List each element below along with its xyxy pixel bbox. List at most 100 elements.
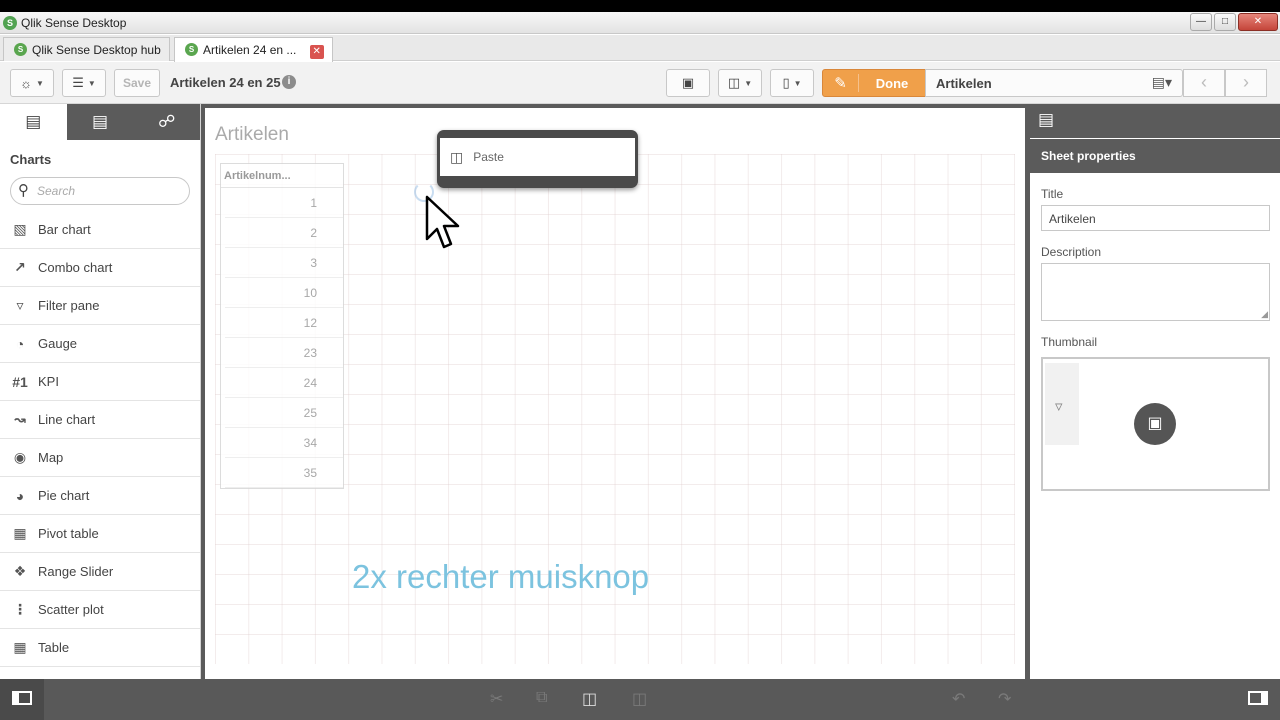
app-name: Artikelen 24 en 25 [170,75,281,90]
properties-panel-top: ▤ [1030,104,1280,138]
close-window-button[interactable]: ✕ [1238,13,1278,31]
tab-close-icon[interactable]: ✕ [309,45,324,59]
presentation-button[interactable]: ◫ ▼ [718,69,762,97]
chart-item-label: Gauge [38,336,78,351]
qlik-app-icon: S [3,16,17,30]
chevron-right-icon: › [1243,72,1249,92]
sheets-icon[interactable]: ▤▾ [1152,74,1172,91]
chart-item-label: Map [38,450,64,465]
chart-item-label: Bar chart [38,222,91,237]
undo-icon[interactable]: ↶ [952,689,965,709]
done-label: Done [875,75,909,91]
search-icon: ⚲ [18,182,29,199]
list-icon: ☰ [72,75,84,90]
paste-icon[interactable]: ◫ [582,689,597,709]
chevron-down-icon: ▼ [87,78,96,88]
delete-icon[interactable]: ◫ [632,689,647,709]
description-field[interactable]: ◢ [1041,263,1270,321]
cut-icon[interactable]: ✂ [490,689,503,709]
info-icon[interactable]: i [282,75,296,89]
presentation-icon: ◫ [727,75,741,90]
search-input[interactable]: ⚲ Search [10,177,190,205]
context-menu-label: Paste [473,150,504,164]
chart-item-scatter-plot[interactable]: ⋮ Scatter plot [0,591,200,629]
table-column-header[interactable]: Artikelnum... [221,164,343,188]
chart-item-table[interactable]: ▦ Table [0,629,200,667]
minimize-button[interactable]: — [1190,13,1212,31]
maximize-button[interactable]: □ [1214,13,1236,31]
chart-item-label: Table [38,640,70,655]
current-sheet-selector[interactable]: Artikelen ▤▾ [925,69,1183,97]
navigation-button[interactable]: ☼ ▼ [10,69,54,97]
link-icon: ☍ [158,112,176,131]
table-row: 23 [225,338,343,368]
tab-hub[interactable]: S Qlik Sense Desktop hub [3,37,170,61]
chart-item-label: Range Slider [38,564,114,579]
chart-item-label: Pie chart [38,488,90,503]
next-sheet-button[interactable]: › [1225,69,1267,97]
bottom-left-area [0,679,44,720]
table-object[interactable]: Artikelnum... 1 2 3 10 12 23 24 25 34 35 [220,163,344,489]
table-row: 3 [225,248,343,278]
chevron-down-icon: ▼ [36,78,44,88]
chart-item-map[interactable]: ◉ Map [0,439,200,477]
app-menu-button[interactable]: ☰ ▼ [62,69,106,97]
chart-item-bar-chart[interactable]: ▧ Bar chart [0,211,200,249]
resize-grip-icon[interactable]: ◢ [1261,309,1268,320]
assets-panel-tabs: ▤ ▤ ☍ [0,104,200,140]
window-title: Qlik Sense Desktop [21,16,127,30]
chart-item-range-slider[interactable]: ❖ Range Slider [0,553,200,591]
tab-strip: S Qlik Sense Desktop hub S Artikelen 24 … [0,35,1280,62]
gauge-icon: ◔ [15,335,25,352]
snapshot-button[interactable]: ▣ [666,69,710,97]
save-button[interactable]: Save [114,69,160,97]
previous-sheet-button[interactable]: ‹ [1183,69,1225,97]
properties-panel: ▤ Sheet properties Title Artikelen Descr… [1030,104,1280,679]
window-title-bar: S Qlik Sense Desktop — □ ✕ [0,12,1280,34]
qlik-sense-window: S Qlik Sense Desktop — □ ✕ S Qlik Sense … [0,12,1280,720]
chevron-left-icon: ‹ [1201,72,1207,92]
thumbnail-label: Thumbnail [1041,335,1098,349]
toggle-right-panel-icon[interactable] [1248,691,1268,705]
tab-label: Artikelen 24 en ... [203,43,297,57]
pie-chart-icon: ◕ [15,487,25,504]
chart-item-filter-pane[interactable]: ▿ Filter pane [0,287,200,325]
table-row: 24 [225,368,343,398]
done-button[interactable]: ✎ Done [822,69,926,97]
chart-item-line-chart[interactable]: ↝ Line chart [0,401,200,439]
chart-item-kpi[interactable]: #1 KPI [0,363,200,401]
window-controls: — □ ✕ [1190,13,1278,31]
chart-item-pivot-table[interactable]: ▦ Pivot table [0,515,200,553]
toggle-left-panel-icon[interactable] [12,691,32,705]
combo-chart-icon: ↗ [14,259,26,275]
title-field[interactable]: Artikelen [1041,205,1270,231]
table-row: 12 [225,308,343,338]
sheet-canvas[interactable]: Artikelen Artikelnum... 1 2 3 10 12 23 2… [205,108,1025,679]
chart-item-gauge[interactable]: ◔ Gauge [0,325,200,363]
fields-tab[interactable]: ▤ [67,104,134,140]
qlik-tab-icon: S [14,43,27,56]
chart-item-combo-chart[interactable]: ↗ Combo chart [0,249,200,287]
properties-icon[interactable]: ▤ [1038,110,1054,129]
qlik-tab-icon: S [185,43,198,56]
chart-item-label: Combo chart [38,260,113,275]
master-items-tab[interactable]: ☍ [133,104,200,140]
context-menu-paste[interactable]: ◫ Paste [440,138,635,176]
table-row: 34 [225,428,343,458]
paste-icon: ◫ [450,148,464,165]
charts-heading: Charts [10,152,52,167]
filter-pane-icon: ▿ [16,297,24,313]
table-row: 35 [225,458,343,488]
bookmark-button[interactable]: ▯ ▼ [770,69,814,97]
bar-chart-icon: ▤ [25,112,42,131]
charts-tab[interactable]: ▤ [0,104,67,140]
image-icon[interactable]: ▣ [1134,403,1176,445]
thumbnail-box[interactable]: ▿ ▣ [1041,357,1270,491]
table-row: 1 [225,188,343,218]
copy-icon[interactable]: ⧉ [536,689,547,707]
chart-item-pie-chart[interactable]: ◕ Pie chart [0,477,200,515]
tab-app[interactable]: S Artikelen 24 en ... ✕ [174,37,333,62]
map-icon: ◉ [13,449,27,465]
toolbar: ☼ ▼ ☰ ▼ Save Artikelen 24 en 25 i ▣ ◫ ▼ ▯ ▼ … [0,62,1280,104]
redo-icon[interactable]: ↷ [998,689,1011,709]
